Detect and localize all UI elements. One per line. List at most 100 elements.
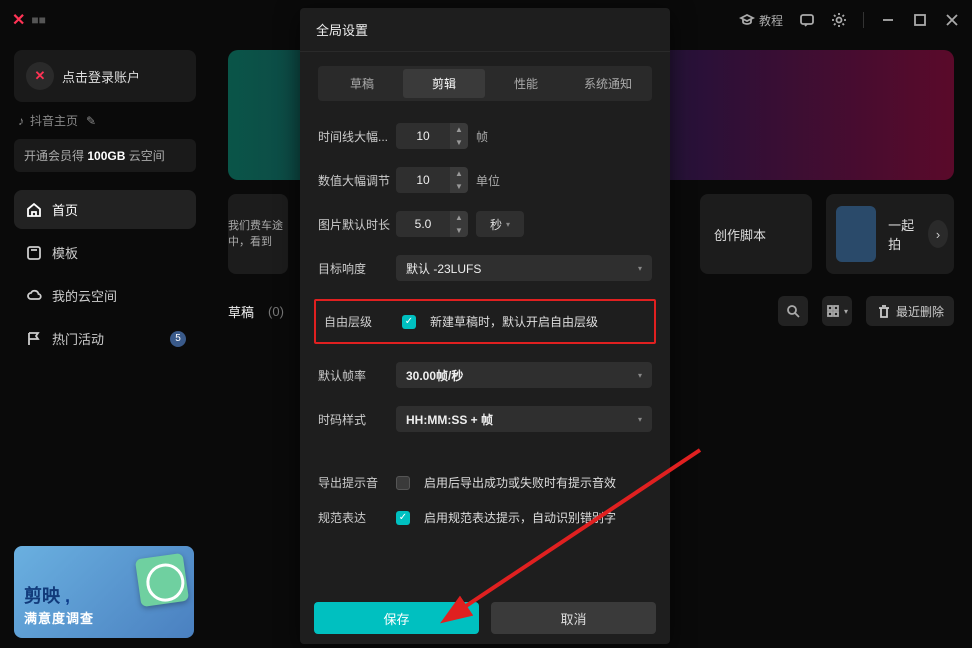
target-loudness-value: 默认 -23LUFS bbox=[406, 260, 481, 277]
row-image-duration: 图片默认时长 5.0 ▲▼ 秒▾ bbox=[314, 211, 656, 237]
chevron-right-icon[interactable]: › bbox=[928, 220, 948, 248]
settings-body: 时间线大幅... 10 ▲▼ 帧 数值大幅调节 10 ▲▼ 单位 图片默认时长 bbox=[300, 101, 670, 592]
checklist-icon bbox=[135, 553, 189, 607]
nav-cloud[interactable]: 我的云空间 bbox=[14, 276, 196, 315]
template-icon bbox=[26, 245, 42, 261]
cloud-promo-suffix: 云空间 bbox=[125, 149, 164, 163]
spinner-up-icon[interactable]: ▲ bbox=[450, 123, 468, 136]
batch-shoot-card[interactable]: 一起拍 › bbox=[826, 194, 954, 274]
login-box[interactable]: ✕ 点击登录账户 bbox=[14, 50, 196, 102]
thumbnail-icon bbox=[836, 206, 876, 262]
row-free-layer: 自由层级 ✓ 新建草稿时，默认开启自由层级 bbox=[320, 313, 650, 330]
logo-icon: ✕ bbox=[26, 62, 54, 90]
typo-checkbox[interactable]: ✓ bbox=[396, 511, 410, 525]
spinner-up-icon[interactable]: ▲ bbox=[450, 167, 468, 180]
tab-perf[interactable]: 性能 bbox=[485, 69, 567, 98]
row-target-loudness: 目标响度 默认 -23LUFS ▾ bbox=[314, 255, 656, 281]
modal-tabs: 草稿 剪辑 性能 系统通知 bbox=[318, 66, 652, 101]
spinner-down-icon[interactable]: ▼ bbox=[450, 224, 468, 237]
save-button[interactable]: 保存 bbox=[314, 602, 479, 634]
timecode-dropdown[interactable]: HH:MM:SS + 帧▾ bbox=[396, 406, 652, 432]
cancel-button[interactable]: 取消 bbox=[491, 602, 656, 634]
image-duration-unit-select[interactable]: 秒▾ bbox=[476, 211, 524, 237]
nav-templates[interactable]: 模板 bbox=[14, 233, 196, 272]
script-card[interactable]: 创作脚本 bbox=[700, 194, 812, 274]
tab-notify[interactable]: 系统通知 bbox=[567, 69, 649, 98]
free-layer-label: 自由层级 bbox=[324, 313, 402, 330]
nav: 首页 模板 我的云空间 热门活动 5 bbox=[14, 190, 196, 358]
feedback-button[interactable] bbox=[799, 12, 815, 28]
spinner-up-icon[interactable]: ▲ bbox=[450, 211, 468, 224]
login-label: 点击登录账户 bbox=[62, 67, 140, 86]
spinner-down-icon[interactable]: ▼ bbox=[450, 180, 468, 193]
gear-icon bbox=[831, 12, 847, 28]
export-sound-checkbox[interactable] bbox=[396, 476, 410, 490]
cloud-icon bbox=[26, 288, 42, 304]
cloud-promo[interactable]: 开通会员得 100GB 云空间 bbox=[14, 139, 196, 172]
target-loudness-label: 目标响度 bbox=[318, 260, 396, 277]
export-sound-label: 导出提示音 bbox=[318, 474, 396, 491]
nav-templates-label: 模板 bbox=[52, 243, 78, 262]
grid-icon bbox=[826, 304, 840, 318]
image-duration-unit: 秒 bbox=[490, 216, 502, 233]
value-jump-value: 10 bbox=[396, 173, 450, 187]
chevron-down-icon: ▾ bbox=[638, 371, 642, 380]
close-icon bbox=[944, 12, 960, 28]
graduation-cap-icon bbox=[739, 12, 755, 28]
row-export-sound: 导出提示音 启用后导出成功或失败时有提示音效 bbox=[314, 474, 656, 491]
image-duration-label: 图片默认时长 bbox=[318, 216, 396, 233]
tab-draft[interactable]: 草稿 bbox=[321, 69, 403, 98]
typo-label: 规范表达 bbox=[318, 509, 396, 526]
timeline-jump-spinner[interactable]: 10 ▲▼ bbox=[396, 123, 468, 149]
freecar-msg: 我们费车途中，看到 bbox=[228, 218, 288, 251]
home-icon bbox=[26, 202, 42, 218]
recent-delete-button[interactable]: 最近删除 bbox=[866, 296, 954, 326]
chevron-down-icon: ▾ bbox=[638, 264, 642, 273]
tab-edit[interactable]: 剪辑 bbox=[403, 69, 485, 98]
target-loudness-dropdown[interactable]: 默认 -23LUFS ▾ bbox=[396, 255, 652, 281]
nav-home[interactable]: 首页 bbox=[14, 190, 196, 229]
sidebar: ✕ 点击登录账户 ♪ 抖音主页 ✎ 开通会员得 100GB 云空间 首页 模板 … bbox=[0, 40, 210, 648]
value-jump-unit: 单位 bbox=[476, 172, 500, 189]
timeline-jump-value: 10 bbox=[396, 129, 450, 143]
free-layer-checkbox[interactable]: ✓ bbox=[402, 315, 416, 329]
nav-hot[interactable]: 热门活动 5 bbox=[14, 319, 196, 358]
edit-icon: ✎ bbox=[86, 114, 96, 128]
view-toggle[interactable]: ▾ bbox=[822, 296, 852, 326]
script-label: 创作脚本 bbox=[714, 225, 766, 244]
search-button[interactable] bbox=[778, 296, 808, 326]
row-value-jump: 数值大幅调节 10 ▲▼ 单位 bbox=[314, 167, 656, 193]
value-jump-spinner[interactable]: 10 ▲▼ bbox=[396, 167, 468, 193]
tutorial-label: 教程 bbox=[759, 12, 783, 29]
survey-card[interactable]: 剪映 , 满意度调查 bbox=[14, 546, 194, 638]
minimize-icon bbox=[880, 12, 896, 28]
divider bbox=[863, 12, 864, 28]
timecode-label: 时码样式 bbox=[318, 411, 396, 428]
trash-icon bbox=[876, 304, 890, 318]
row-timecode: 时码样式 HH:MM:SS + 帧▾ bbox=[314, 406, 656, 432]
modal-footer: 保存 取消 bbox=[300, 592, 670, 644]
row-default-fps: 默认帧率 30.00帧/秒▾ bbox=[314, 362, 656, 388]
nav-cloud-label: 我的云空间 bbox=[52, 286, 117, 305]
minimize-button[interactable] bbox=[880, 12, 896, 28]
tiktok-home-label: 抖音主页 bbox=[30, 112, 78, 129]
search-icon bbox=[785, 303, 801, 319]
drafts-label: 草稿 bbox=[228, 302, 254, 321]
batch-shoot-label: 一起拍 bbox=[888, 215, 916, 253]
recent-delete-label: 最近删除 bbox=[896, 303, 944, 320]
close-button[interactable] bbox=[944, 12, 960, 28]
freecar-card[interactable]: 我们费车途中，看到 bbox=[228, 194, 288, 274]
message-icon bbox=[799, 12, 815, 28]
spinner-down-icon[interactable]: ▼ bbox=[450, 136, 468, 149]
settings-button[interactable] bbox=[831, 12, 847, 28]
app-brand: ✕ ■■ bbox=[12, 10, 46, 30]
maximize-button[interactable] bbox=[912, 12, 928, 28]
flag-icon bbox=[26, 331, 42, 347]
tutorial-button[interactable]: 教程 bbox=[739, 12, 783, 29]
modal-title: 全局设置 bbox=[300, 8, 670, 52]
typo-text: 启用规范表达提示，自动识别错别字 bbox=[424, 509, 616, 526]
row-typo: 规范表达 ✓ 启用规范表达提示，自动识别错别字 bbox=[314, 509, 656, 526]
tiktok-home-link[interactable]: ♪ 抖音主页 ✎ bbox=[14, 102, 196, 139]
image-duration-spinner[interactable]: 5.0 ▲▼ bbox=[396, 211, 468, 237]
default-fps-dropdown[interactable]: 30.00帧/秒▾ bbox=[396, 362, 652, 388]
